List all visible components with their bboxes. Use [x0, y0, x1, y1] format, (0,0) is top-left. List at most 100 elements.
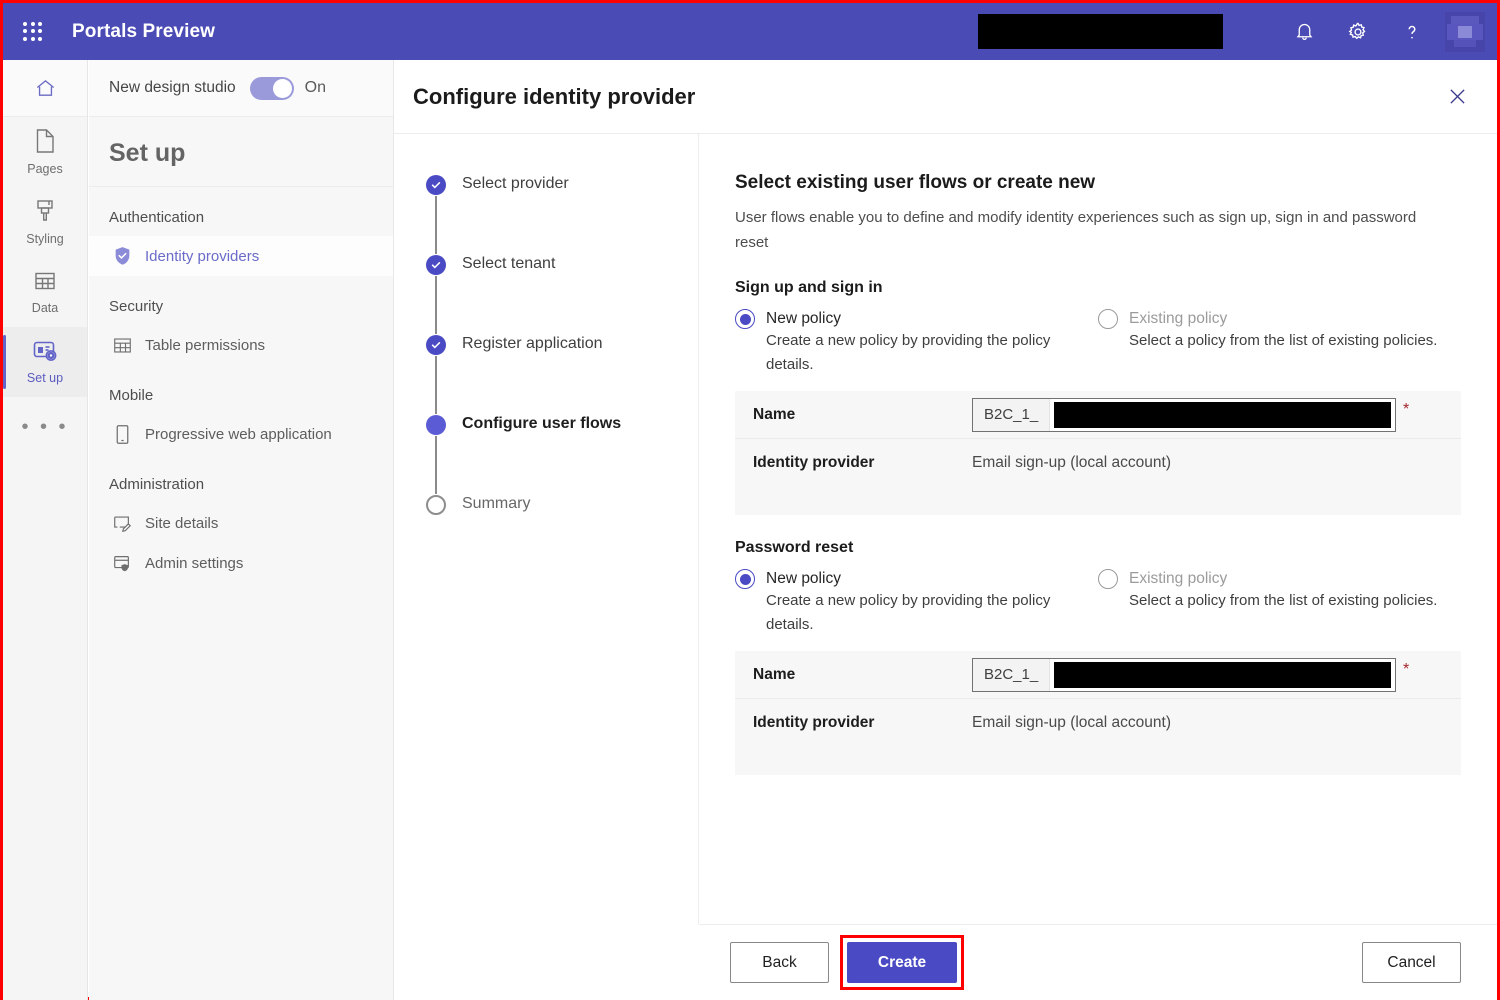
signup-new-policy-option[interactable]: New policy Create a new policy by provid…	[735, 309, 1098, 377]
wizard-step-label: Select tenant	[462, 254, 555, 274]
table-icon	[111, 336, 133, 355]
left-nav-rail: Pages Styling Data	[3, 60, 88, 1000]
cancel-button[interactable]: Cancel	[1362, 942, 1461, 983]
more-options-icon[interactable]: • • •	[3, 397, 87, 457]
signup-identity-provider-row: Identity provider Email sign-up (local a…	[735, 439, 1461, 487]
name-value-redacted[interactable]	[1054, 402, 1391, 428]
content-description: User flows enable you to define and modi…	[735, 205, 1453, 255]
signup-existing-policy-option[interactable]: Existing policy Select a policy from the…	[1098, 309, 1461, 377]
password-reset-new-policy-option[interactable]: New policy Create a new policy by provid…	[735, 569, 1098, 637]
sidebar-item-admin-settings[interactable]: Admin settings	[89, 543, 393, 583]
back-button[interactable]: Back	[730, 942, 829, 983]
group-heading-administration: Administration	[89, 454, 393, 503]
sidebar-item-label: Table permissions	[145, 337, 265, 354]
wizard-step-summary[interactable]: Summary	[426, 494, 698, 524]
dialog-body: Select provider Select tenant	[394, 134, 1497, 924]
bell-icon[interactable]	[1277, 3, 1331, 60]
password-reset-policy-radio-group: New policy Create a new policy by provid…	[735, 569, 1461, 637]
wizard-steps: Select provider Select tenant	[394, 134, 699, 924]
app-launcher-icon[interactable]	[20, 19, 46, 45]
field-label-name: Name	[753, 406, 972, 424]
signup-policy-radio-group: New policy Create a new policy by provid…	[735, 309, 1461, 377]
field-value-identity-provider: Email sign-up (local account)	[972, 454, 1171, 472]
radio-label: Existing policy	[1129, 570, 1227, 588]
search-input[interactable]	[978, 14, 1223, 49]
sidebar-item-data[interactable]: Data	[3, 257, 87, 327]
sidebar-item-setup[interactable]: Set up	[3, 327, 87, 397]
group-heading-security: Security	[89, 276, 393, 325]
sidebar-item-label: Set up	[27, 371, 63, 385]
configure-identity-provider-dialog: Configure identity provider Select pr	[394, 60, 1497, 1000]
sidebar-item-progressive-web-application[interactable]: Progressive web application	[89, 414, 393, 454]
app-title: Portals Preview	[72, 21, 215, 43]
site-edit-icon	[111, 513, 133, 533]
password-reset-identity-provider-row: Identity provider Email sign-up (local a…	[735, 699, 1461, 747]
create-button[interactable]: Create	[847, 942, 957, 983]
close-icon[interactable]	[1441, 81, 1473, 113]
radio-existing-policy-signup[interactable]	[1098, 309, 1118, 329]
wizard-step-configure-user-flows[interactable]: Configure user flows	[426, 414, 698, 494]
app-window: Portals Preview	[0, 0, 1500, 1000]
home-icon[interactable]	[3, 60, 87, 117]
wizard-step-register-application[interactable]: Register application	[426, 334, 698, 414]
dialog-content: Select existing user flows or create new…	[699, 134, 1497, 924]
check-icon	[426, 335, 446, 355]
sidebar-item-label: Data	[32, 301, 58, 315]
wizard-step-label: Configure user flows	[462, 414, 621, 434]
password-reset-name-input[interactable]: B2C_1_	[972, 658, 1396, 692]
wizard-step-label: Summary	[462, 494, 530, 514]
field-label-identity-provider: Identity provider	[753, 714, 972, 732]
dialog-footer: Back Create Cancel	[699, 924, 1497, 1000]
radio-new-policy-signup[interactable]	[735, 309, 755, 329]
header-actions	[1277, 3, 1489, 60]
wizard-step-label: Select provider	[462, 174, 569, 194]
setup-panel: New design studio On Set up Authenticati…	[89, 60, 394, 1000]
password-reset-name-row: Name B2C_1_ *	[735, 651, 1461, 699]
wizard-step-select-provider[interactable]: Select provider	[426, 174, 698, 254]
group-heading-authentication: Authentication	[89, 187, 393, 236]
sidebar-item-label: Styling	[26, 232, 64, 246]
sidebar-item-table-permissions[interactable]: Table permissions	[89, 325, 393, 365]
sidebar-item-label: Site details	[145, 515, 218, 532]
radio-existing-policy-password-reset[interactable]	[1098, 569, 1118, 589]
radio-description: Create a new policy by providing the pol…	[735, 329, 1098, 377]
sidebar-item-label: Admin settings	[145, 555, 243, 572]
radio-label: New policy	[766, 570, 841, 588]
sidebar-item-label: Pages	[27, 162, 62, 176]
name-value-redacted[interactable]	[1054, 662, 1391, 688]
avatar[interactable]	[1445, 12, 1485, 52]
radio-new-policy-password-reset[interactable]	[735, 569, 755, 589]
help-icon[interactable]	[1385, 3, 1439, 60]
sidebar-item-site-details[interactable]: Site details	[89, 503, 393, 543]
paintbrush-icon	[33, 198, 57, 227]
shield-check-icon	[111, 246, 133, 266]
setup-icon	[32, 339, 58, 366]
content-title: Select existing user flows or create new	[735, 172, 1461, 194]
sidebar-item-identity-providers[interactable]: Identity providers	[89, 236, 393, 276]
required-indicator: *	[1403, 661, 1409, 679]
signup-policy-form: Name B2C_1_ * Identity provider Email si…	[735, 391, 1461, 515]
admin-shield-icon	[111, 553, 133, 573]
wizard-step-select-tenant[interactable]: Select tenant	[426, 254, 698, 334]
page-icon	[33, 128, 57, 157]
field-label-name: Name	[753, 666, 972, 684]
sidebar-item-pages[interactable]: Pages	[3, 117, 87, 187]
radio-label: Existing policy	[1129, 310, 1227, 328]
radio-description: Create a new policy by providing the pol…	[735, 589, 1098, 637]
radio-description: Select a policy from the list of existin…	[1098, 329, 1461, 353]
password-reset-existing-policy-option[interactable]: Existing policy Select a policy from the…	[1098, 569, 1461, 637]
create-button-highlight: Create	[840, 935, 964, 990]
wizard-step-label: Register application	[462, 334, 603, 354]
field-label-identity-provider: Identity provider	[753, 454, 972, 472]
design-studio-toggle[interactable]	[250, 77, 294, 100]
gear-icon[interactable]	[1331, 3, 1385, 60]
design-studio-label: New design studio	[109, 79, 236, 97]
signup-name-input[interactable]: B2C_1_	[972, 398, 1396, 432]
mobile-icon	[111, 424, 133, 445]
design-studio-toggle-row: New design studio On	[89, 60, 393, 117]
sidebar-item-styling[interactable]: Styling	[3, 187, 87, 257]
dialog-title: Configure identity provider	[413, 84, 1441, 110]
sidebar-item-label: Progressive web application	[145, 426, 332, 443]
radio-label: New policy	[766, 310, 841, 328]
group-heading-mobile: Mobile	[89, 365, 393, 414]
